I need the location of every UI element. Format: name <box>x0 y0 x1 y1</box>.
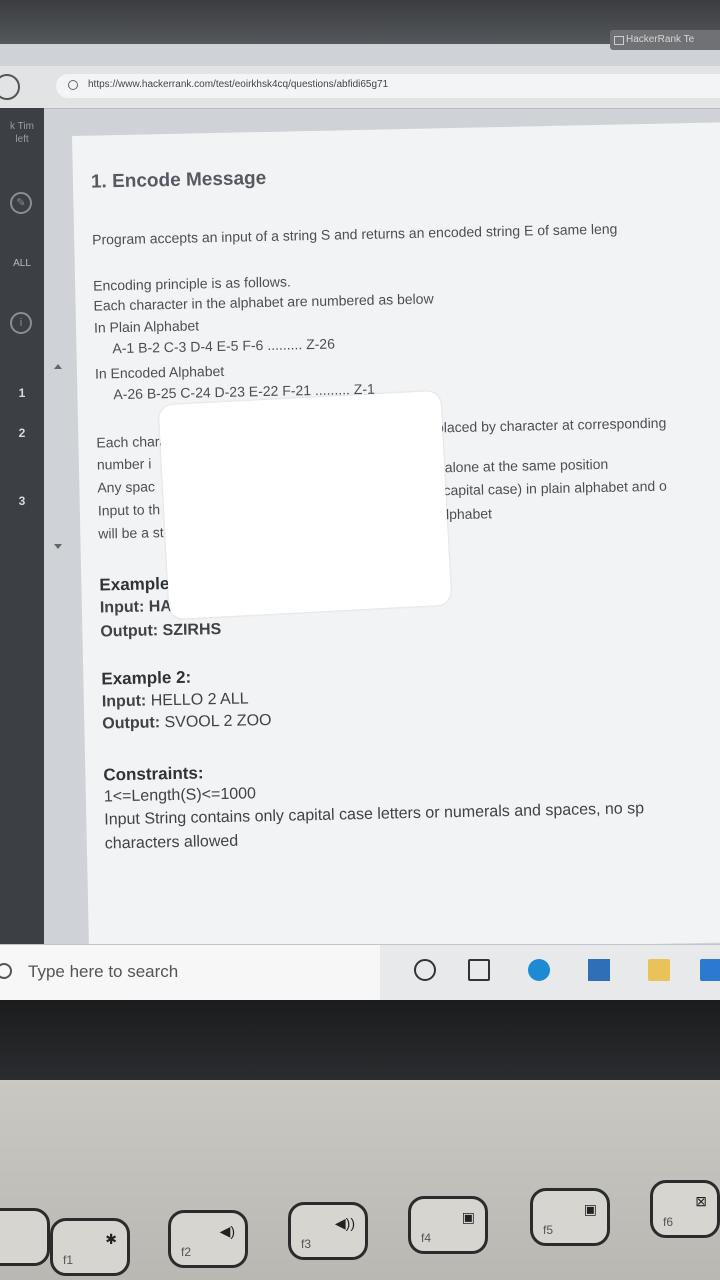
encoded-alphabet-heading: In Encoded Alphabet <box>94 362 225 382</box>
address-bar: https://www.hackerrank.com/test/eoirkhsk… <box>0 66 720 109</box>
rule-line-5-left: will be a st <box>98 524 164 542</box>
question-sidebar: k Tim left ✎ ALL i 1 2 3 <box>0 108 44 1000</box>
principle-heading: Encoding principle is as follows. <box>92 273 291 294</box>
redaction-patch <box>158 390 452 620</box>
browser-titlebar: HackerRank Te <box>0 0 720 50</box>
volume-up-icon: ◀)) <box>334 1215 355 1231</box>
tab-favicon-icon <box>614 36 624 45</box>
info-icon[interactable]: i <box>10 312 32 334</box>
task-view-icon[interactable] <box>468 959 490 981</box>
example-2-input: Input: HELLO 2 ALL <box>102 690 249 711</box>
f5-label: f5 <box>543 1223 554 1237</box>
volume-down-icon: ◀) <box>219 1223 235 1239</box>
f5-key[interactable]: f5 ▣ <box>530 1188 610 1246</box>
rule-line-3-left: Any spac <box>97 478 156 496</box>
f1-key[interactable]: f1 ✱ <box>50 1218 130 1276</box>
mute-icon: ✱ <box>105 1231 117 1247</box>
store-icon[interactable] <box>588 959 610 981</box>
constraint-length: 1<=Length(S)<=1000 <box>103 785 257 806</box>
file-explorer-icon[interactable] <box>648 959 670 981</box>
example-2-output-label: Output: <box>102 714 161 733</box>
f3-key[interactable]: f3 ◀)) <box>288 1202 368 1260</box>
example-2-input-label: Input: <box>101 692 147 711</box>
time-left-label: k Tim left <box>0 120 44 166</box>
rule-line-2-left: number i <box>96 455 152 473</box>
lock-icon <box>68 80 78 90</box>
example-2-title: Example 2: <box>101 667 192 689</box>
laptop-bezel <box>0 1000 720 1080</box>
display-icon: ⊠ <box>695 1193 707 1209</box>
brightness-down-icon: ▣ <box>461 1209 475 1225</box>
constraints-title: Constraints: <box>103 763 204 785</box>
f3-label: f3 <box>301 1237 312 1251</box>
f2-label: f2 <box>181 1245 192 1259</box>
laptop-screen: HackerRank Te https://www.hackerrank.com… <box>0 0 720 1000</box>
back-button[interactable] <box>0 74 20 100</box>
f2-key[interactable]: f2 ◀) <box>168 1210 248 1268</box>
question-title: 1. Encode Message <box>90 167 267 193</box>
cortana-icon[interactable] <box>414 959 436 981</box>
edge-icon[interactable] <box>528 959 550 981</box>
question-intro: Program accepts an input of a string S a… <box>92 220 618 248</box>
esc-key[interactable] <box>0 1208 50 1266</box>
rule-line-4-left: Input to th <box>97 501 161 519</box>
f6-key[interactable]: f6 ⊠ <box>650 1180 720 1238</box>
all-questions-tab[interactable]: ALL <box>6 258 38 269</box>
tab-label: HackerRank Te <box>626 34 695 45</box>
search-icon <box>0 963 12 979</box>
windows-taskbar: Type here to search <box>0 944 720 1000</box>
scroll-down-arrow-icon[interactable] <box>54 544 62 549</box>
question-3-tab[interactable]: 3 <box>0 494 44 508</box>
time-left-text: k Tim left <box>10 121 34 145</box>
search-placeholder: Type here to search <box>28 962 179 981</box>
taskbar-search-box[interactable]: Type here to search <box>0 945 380 1000</box>
numbering-intro: Each character in the alphabet are numbe… <box>93 290 434 314</box>
rule-line-2-right: t alone at the same position <box>436 455 609 476</box>
rule-line-3-right: capital case) in plain alphabet and o <box>443 477 668 499</box>
url-text: https://www.hackerrank.com/test/eoirkhsk… <box>88 79 389 90</box>
plain-alphabet-values: A-1 B-2 C-3 D-4 E-5 F-6 ......... Z-26 <box>112 335 336 357</box>
question-1-tab[interactable]: 1 <box>0 386 44 400</box>
plain-alphabet-heading: In Plain Alphabet <box>93 317 200 336</box>
f4-key[interactable]: f4 ▣ <box>408 1196 488 1254</box>
question-2-tab[interactable]: 2 <box>0 426 44 440</box>
constraint-charset-cont: characters allowed <box>104 832 239 853</box>
scroll-up-arrow-icon[interactable] <box>54 364 62 369</box>
example-2-output: Output: SVOOL 2 ZOO <box>102 712 272 734</box>
f1-label: f1 <box>63 1253 74 1267</box>
f4-label: f4 <box>421 1231 432 1245</box>
url-field[interactable]: https://www.hackerrank.com/test/eoirkhsk… <box>56 74 720 98</box>
rule-line-1-right: eplaced by character at corresponding <box>428 414 667 436</box>
f6-label: f6 <box>663 1215 674 1229</box>
browser-tab[interactable]: HackerRank Te <box>610 30 720 50</box>
mail-icon[interactable] <box>700 959 720 981</box>
brightness-up-icon: ▣ <box>583 1201 597 1217</box>
example-2-input-value: HELLO 2 ALL <box>150 690 249 710</box>
edit-icon[interactable]: ✎ <box>10 192 32 214</box>
rule-line-4-right: lphabet <box>445 505 493 523</box>
example-1-output: Output: SZIRHS <box>100 620 222 641</box>
example-2-output-value: SVOOL 2 ZOO <box>164 711 272 732</box>
